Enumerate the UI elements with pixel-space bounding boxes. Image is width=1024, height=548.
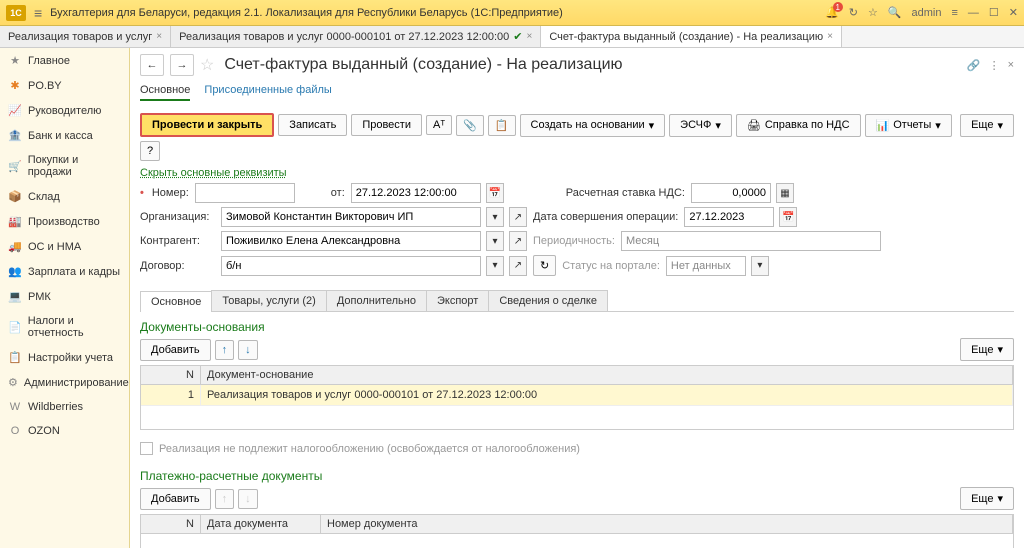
move-up-button: ↑ <box>215 489 235 509</box>
sidebar-item[interactable]: ✱PO.BY <box>0 73 129 98</box>
more-icon[interactable]: ⋮ <box>989 59 1000 72</box>
tab-1[interactable]: Реализация товаров и услуг 0000-000101 о… <box>171 26 541 47</box>
sidebar-item[interactable]: 🛒Покупки и продажи <box>0 148 129 184</box>
help-button[interactable]: 🖨 Справка по НДС <box>736 114 861 137</box>
dogovor-input[interactable] <box>221 256 481 276</box>
more-payment-button[interactable]: Еще ▾ <box>960 487 1014 510</box>
close-doc-icon[interactable]: × <box>1008 59 1014 72</box>
inner-tab[interactable]: Сведения о сделке <box>488 290 608 311</box>
more-basis-button[interactable]: Еще ▾ <box>960 338 1014 361</box>
back-button[interactable]: ← <box>140 54 164 76</box>
close-icon[interactable]: ✕ <box>1009 6 1018 19</box>
eschf-button[interactable]: ЭСЧФ ▾ <box>669 114 732 137</box>
add-payment-button[interactable]: Добавить <box>140 488 211 510</box>
tab-2[interactable]: Счет-фактура выданный (создание) - На ре… <box>541 26 842 47</box>
inner-tab[interactable]: Товары, услуги (2) <box>211 290 326 311</box>
tab-0[interactable]: Реализация товаров и услуг× <box>0 26 171 47</box>
sidebar-item[interactable]: 🚚ОС и НМА <box>0 234 129 259</box>
sidebar-item[interactable]: ★Главное <box>0 48 129 73</box>
tax-free-checkbox[interactable] <box>140 442 153 455</box>
add-basis-button[interactable]: Добавить <box>140 339 211 361</box>
app-title: Бухгалтерия для Беларуси, редакция 2.1. … <box>50 7 817 19</box>
minimize-icon[interactable]: — <box>968 7 979 19</box>
sidebar-item[interactable]: 📋Настройки учета <box>0 345 129 370</box>
star-icon[interactable]: ☆ <box>868 6 878 19</box>
org-input[interactable] <box>221 207 481 227</box>
basis-table: NДокумент-основание 1Реализация товаров … <box>140 365 1014 430</box>
history-icon[interactable]: ↻ <box>849 6 858 19</box>
sidebar-item[interactable]: 🏭Производство <box>0 209 129 234</box>
inner-tab[interactable]: Экспорт <box>426 290 489 311</box>
tool-1[interactable]: Аᵀ <box>426 115 452 135</box>
document-title: Счет-фактура выданный (создание) - На ре… <box>224 56 622 74</box>
forward-button[interactable]: → <box>170 54 194 76</box>
close-icon[interactable]: × <box>156 31 162 42</box>
calendar-icon[interactable]: 📅 <box>779 207 797 227</box>
menu-icon[interactable]: ≡ <box>34 5 42 21</box>
user-label[interactable]: admin <box>912 7 942 19</box>
sidebar-item[interactable]: 📈Руководителю <box>0 98 129 123</box>
sidebar-item[interactable]: WWildberries <box>0 395 129 419</box>
subtab-files[interactable]: Присоединенные файлы <box>204 84 331 101</box>
section-payments-title: Платежно-расчетные документы <box>140 469 1014 483</box>
move-down-button: ↓ <box>238 489 258 509</box>
tool-3[interactable]: 📋 <box>488 115 516 136</box>
content: ← → ☆ Счет-фактура выданный (создание) -… <box>130 48 1024 548</box>
reports-button[interactable]: 📊 Отчеты ▾ <box>865 114 952 137</box>
close-icon[interactable]: × <box>827 31 833 42</box>
calendar-icon[interactable]: 📅 <box>486 183 504 203</box>
contr-input[interactable] <box>221 231 481 251</box>
subtab-main[interactable]: Основное <box>140 84 190 101</box>
hide-details-link[interactable]: Скрыть основные реквизиты <box>130 167 1024 179</box>
favorite-icon[interactable]: ☆ <box>200 55 214 75</box>
period-input <box>621 231 881 251</box>
tabbar: Реализация товаров и услуг× Реализация т… <box>0 26 1024 48</box>
bell-icon[interactable]: 🔔1 <box>825 6 839 19</box>
move-up-button[interactable]: ↑ <box>215 340 235 360</box>
link-icon[interactable]: 🔗 <box>967 59 981 72</box>
topbar: 1C ≡ Бухгалтерия для Беларуси, редакция … <box>0 0 1024 26</box>
status-input <box>666 256 746 276</box>
attach-button[interactable]: 📎 <box>456 115 484 136</box>
toolbar: Провести и закрыть Записать Провести Аᵀ … <box>130 107 1024 167</box>
sidebar-item[interactable]: 👥Зарплата и кадры <box>0 259 129 284</box>
number-input[interactable] <box>195 183 295 203</box>
create-basis-button[interactable]: Создать на основании ▾ <box>520 114 666 137</box>
opdate-input[interactable] <box>684 207 774 227</box>
close-icon[interactable]: × <box>527 31 533 42</box>
settings-icon[interactable]: ≡ <box>951 7 957 19</box>
section-basis-title: Документы-основания <box>140 320 1014 334</box>
date-input[interactable] <box>351 183 481 203</box>
sidebar-item[interactable]: 🏦Банк и касса <box>0 123 129 148</box>
sidebar: ★Главное✱PO.BY📈Руководителю🏦Банк и касса… <box>0 48 130 548</box>
search-icon[interactable]: 🔍 <box>888 6 902 19</box>
help-q-button[interactable]: ? <box>140 141 160 161</box>
sidebar-item[interactable]: 📦Склад <box>0 184 129 209</box>
inner-tab[interactable]: Дополнительно <box>326 290 427 311</box>
post-close-button[interactable]: Провести и закрыть <box>140 113 274 137</box>
sidebar-item[interactable]: 📄Налоги и отчетность <box>0 309 129 345</box>
save-button[interactable]: Записать <box>278 114 347 136</box>
sidebar-item[interactable]: OOZON <box>0 419 129 443</box>
more-button[interactable]: Еще ▾ <box>960 114 1014 137</box>
inner-tab[interactable]: Основное <box>140 291 212 312</box>
app-logo: 1C <box>6 5 26 21</box>
calc-icon[interactable]: ▦ <box>776 183 794 203</box>
sidebar-item[interactable]: ⚙Администрирование <box>0 370 129 395</box>
post-button[interactable]: Провести <box>351 114 422 136</box>
rate-input[interactable] <box>691 183 771 203</box>
payments-table: NДата документаНомер документа <box>140 514 1014 548</box>
refresh-button[interactable]: ↻ <box>533 255 556 276</box>
number-label: Номер: <box>152 187 189 199</box>
sidebar-item[interactable]: 💻РМК <box>0 284 129 309</box>
table-row[interactable]: 1Реализация товаров и услуг 0000-000101 … <box>141 385 1013 406</box>
maximize-icon[interactable]: ☐ <box>989 6 999 19</box>
move-down-button[interactable]: ↓ <box>238 340 258 360</box>
